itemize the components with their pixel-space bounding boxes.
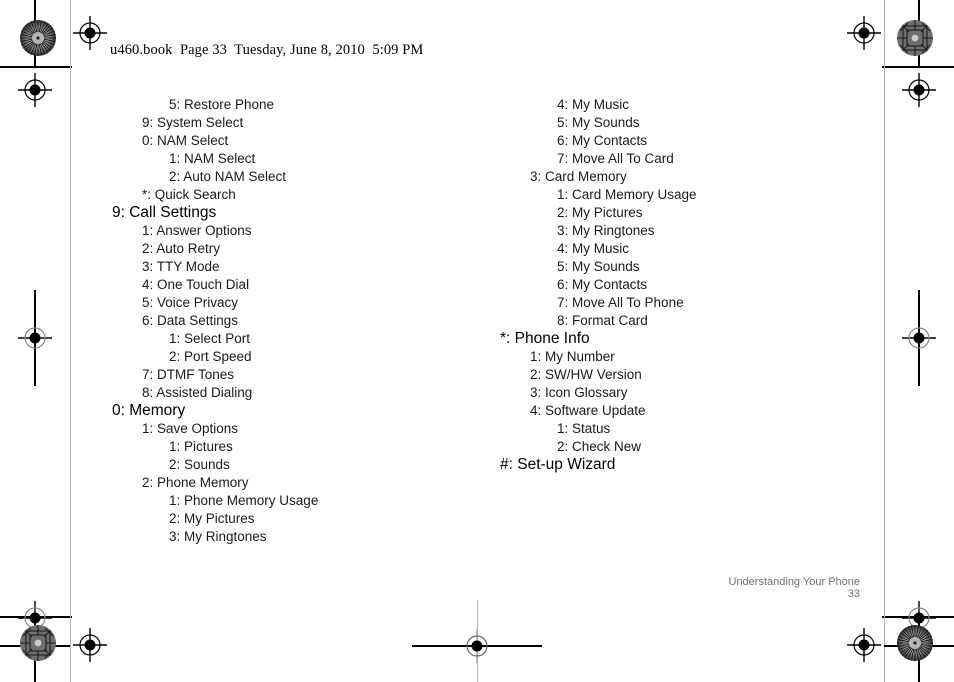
star-target-top-left	[19, 19, 57, 57]
reg-mark-right-middle	[902, 321, 936, 355]
menu-item: 0: Memory	[112, 402, 186, 419]
reg-mark-left-bottom	[18, 601, 52, 635]
reg-mark-left-top	[18, 73, 52, 107]
menu-item: 2: Auto Retry	[142, 241, 221, 256]
menu-item: 2: Phone Memory	[142, 475, 249, 490]
menu-item: 1: Card Memory Usage	[557, 187, 697, 202]
menu-item: 6: My Contacts	[557, 133, 648, 148]
menu-item: 8: Assisted Dialing	[142, 385, 253, 400]
menu-column-right: 4: My Music 5: My Sounds 6: My Contacts 7: …	[500, 96, 880, 474]
reg-mark-top-right	[847, 16, 881, 50]
menu-item: 1: Phone Memory Usage	[169, 493, 319, 508]
menu-column-left: 5: Restore Phone 9: System Select 0: NAM S…	[112, 96, 472, 546]
menu-item: 4: My Music	[557, 97, 630, 112]
menu-item: 1: Answer Options	[142, 223, 252, 238]
menu-item: 1: Save Options	[142, 421, 239, 436]
footer-page-number: 33	[847, 588, 860, 600]
menu-item: 5: My Sounds	[557, 115, 640, 130]
guide-line-right-vertical	[884, 0, 885, 682]
menu-item: 7: Move All To Card	[557, 151, 674, 166]
page-footer: Understanding Your Phone 33	[560, 564, 861, 612]
menu-item: 2: SW/HW Version	[530, 367, 642, 382]
guide-line-left-vertical	[70, 0, 71, 682]
reg-mark-bottom-left	[73, 628, 107, 662]
menu-item: 8: Format Card	[557, 313, 648, 328]
margin-line-left-low	[34, 616, 36, 682]
trim-line-top-right	[882, 66, 954, 68]
trim-line-bottom-right	[882, 616, 954, 618]
menu-item: 3: Card Memory	[530, 169, 627, 184]
menu-item: 2: Check New	[557, 439, 642, 454]
margin-line-right	[918, 0, 920, 66]
menu-item: 2: Port Speed	[169, 349, 252, 364]
running-head: u460.book Page 33 Tuesday, June 8, 2010 …	[110, 42, 424, 58]
menu-item: 9: Call Settings	[112, 204, 217, 221]
reg-mark-bottom-right	[847, 628, 881, 662]
menu-item: 7: Move All To Phone	[557, 295, 684, 310]
margin-line-left	[34, 0, 36, 66]
menu-item: 6: Data Settings	[142, 313, 239, 328]
maze-target-bottom-left	[19, 624, 57, 662]
reg-mark-right-bottom	[902, 601, 936, 635]
reg-mark-top-left	[73, 16, 107, 50]
trim-line-bottom-left	[0, 616, 72, 618]
menu-item: 3: My Ringtones	[169, 529, 267, 544]
margin-line-right-mid	[918, 290, 920, 386]
reg-mark-right-top	[902, 73, 936, 107]
menu-item: 4: One Touch Dial	[142, 277, 250, 292]
star-target-bottom-right	[896, 624, 934, 662]
fold-line-bottom-right	[884, 645, 954, 647]
guide-line-center-vertical	[477, 600, 478, 682]
menu-item: 9: System Select	[142, 115, 244, 130]
menu-item: 5: Restore Phone	[169, 97, 275, 112]
fold-line-bottom-mid	[412, 645, 542, 647]
menu-item: 2: Auto NAM Select	[169, 169, 287, 184]
fold-line-bottom-left	[0, 645, 70, 647]
manual-page: u460.book Page 33 Tuesday, June 8, 2010 …	[0, 0, 954, 682]
reg-mark-bottom-center	[460, 629, 494, 663]
menu-item: 0: NAM Select	[142, 133, 229, 148]
reg-mark-left-middle	[18, 321, 52, 355]
menu-item: 3: Icon Glossary	[530, 385, 628, 400]
menu-item: 5: My Sounds	[557, 259, 640, 274]
menu-item: *: Phone Info	[500, 330, 590, 347]
menu-item: 7: DTMF Tones	[142, 367, 235, 382]
footer-section-label: Understanding Your Phone	[728, 576, 861, 588]
maze-target-top-right	[896, 19, 934, 57]
menu-item: 4: My Music	[557, 241, 630, 256]
menu-item: #: Set-up Wizard	[500, 456, 616, 473]
margin-line-right-low	[918, 616, 920, 682]
menu-item: 2: My Pictures	[557, 205, 643, 220]
menu-item: 1: NAM Select	[169, 151, 256, 166]
menu-item: 6: My Contacts	[557, 277, 648, 292]
trim-line-top-left	[0, 66, 72, 68]
menu-item: 1: Select Port	[169, 331, 251, 346]
menu-item: 5: Voice Privacy	[142, 295, 239, 310]
menu-item: 4: Software Update	[530, 403, 646, 418]
menu-item: 2: My Pictures	[169, 511, 255, 526]
menu-item: 3: TTY Mode	[142, 259, 220, 274]
menu-item: 2: Sounds	[169, 457, 230, 472]
menu-item: 1: Pictures	[169, 439, 233, 454]
menu-item: 1: Status	[557, 421, 611, 436]
menu-item: *: Quick Search	[142, 187, 236, 202]
menu-item: 3: My Ringtones	[557, 223, 655, 238]
menu-item: 1: My Number	[530, 349, 615, 364]
margin-line-left-mid	[34, 290, 36, 386]
